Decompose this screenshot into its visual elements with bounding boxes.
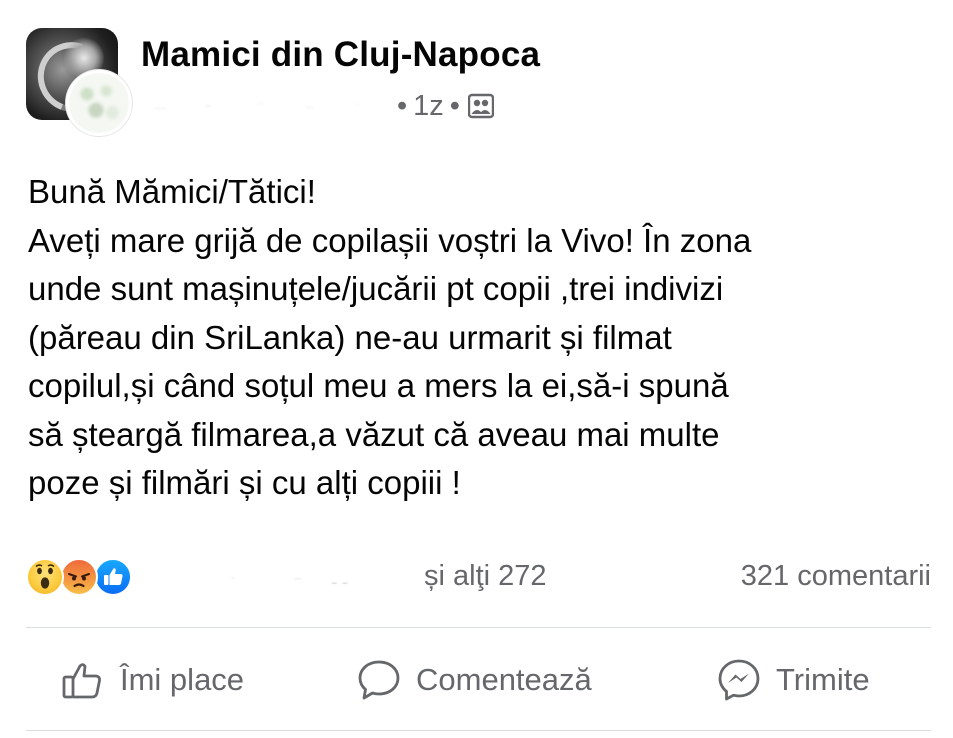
reaction-count[interactable]: și alţi 272 xyxy=(424,556,547,596)
comment-count[interactable]: 321 comentarii xyxy=(741,556,931,596)
angry-icon xyxy=(60,558,98,596)
blurred-reactor-names[interactable] xyxy=(216,568,431,586)
user-avatar[interactable] xyxy=(66,70,132,136)
meta-separator: • xyxy=(449,89,460,122)
group-name[interactable]: Mamici din Cluj-Napoca xyxy=(141,35,540,75)
post-text-line: Aveți mare grijă de copilașii voștri la … xyxy=(28,221,752,259)
blurred-avatar xyxy=(69,73,129,133)
divider xyxy=(26,730,931,731)
action-bar: Îmi place Comentează Trimite xyxy=(26,640,931,720)
like-button[interactable]: Îmi place xyxy=(60,656,244,704)
post-text-line: unde sunt mașinuțele/jucării pt copii ,t… xyxy=(28,270,724,307)
comment-label: Comentează xyxy=(416,662,592,697)
post-text: Bună Mămici/Tătici! Aveți mare grijă de … xyxy=(28,168,933,508)
meta-separator: • xyxy=(397,89,408,122)
send-label: Trimite xyxy=(776,662,870,697)
post-text-line: (păreau din SriLanka) ne-au urmarit și f… xyxy=(28,318,672,356)
like-icon xyxy=(94,558,132,596)
post-text-line: Bună Mămici/Tătici! xyxy=(28,173,316,210)
post-text-line: poze și filmări și cu alți copiii ! xyxy=(28,464,461,501)
facebook-post: Mamici din Cluj-Napoca • 1z • Bună Mămic… xyxy=(0,0,953,738)
wow-icon xyxy=(26,558,64,596)
comment-bubble-icon xyxy=(356,657,402,703)
like-label: Îmi place xyxy=(120,662,245,697)
divider xyxy=(26,627,931,628)
post-time[interactable]: 1z xyxy=(413,90,444,123)
group-members-icon[interactable] xyxy=(467,93,495,119)
post-text-line: copilul,și când soțul meu a mers la ei,s… xyxy=(28,367,729,404)
blurred-author-name[interactable] xyxy=(141,95,381,117)
avatar-group[interactable] xyxy=(26,28,132,136)
post-meta: • 1z • xyxy=(141,88,495,124)
send-button[interactable]: Trimite xyxy=(716,656,870,704)
reaction-icons[interactable] xyxy=(26,558,146,596)
reactions-summary[interactable]: și alţi 272 321 comentarii xyxy=(26,556,931,596)
thumbs-up-icon xyxy=(60,657,106,703)
comment-button[interactable]: Comentează xyxy=(356,656,592,704)
messenger-icon xyxy=(716,657,762,703)
post-text-line: să șteargă filmarea,a văzut că aveau mai… xyxy=(28,415,720,453)
